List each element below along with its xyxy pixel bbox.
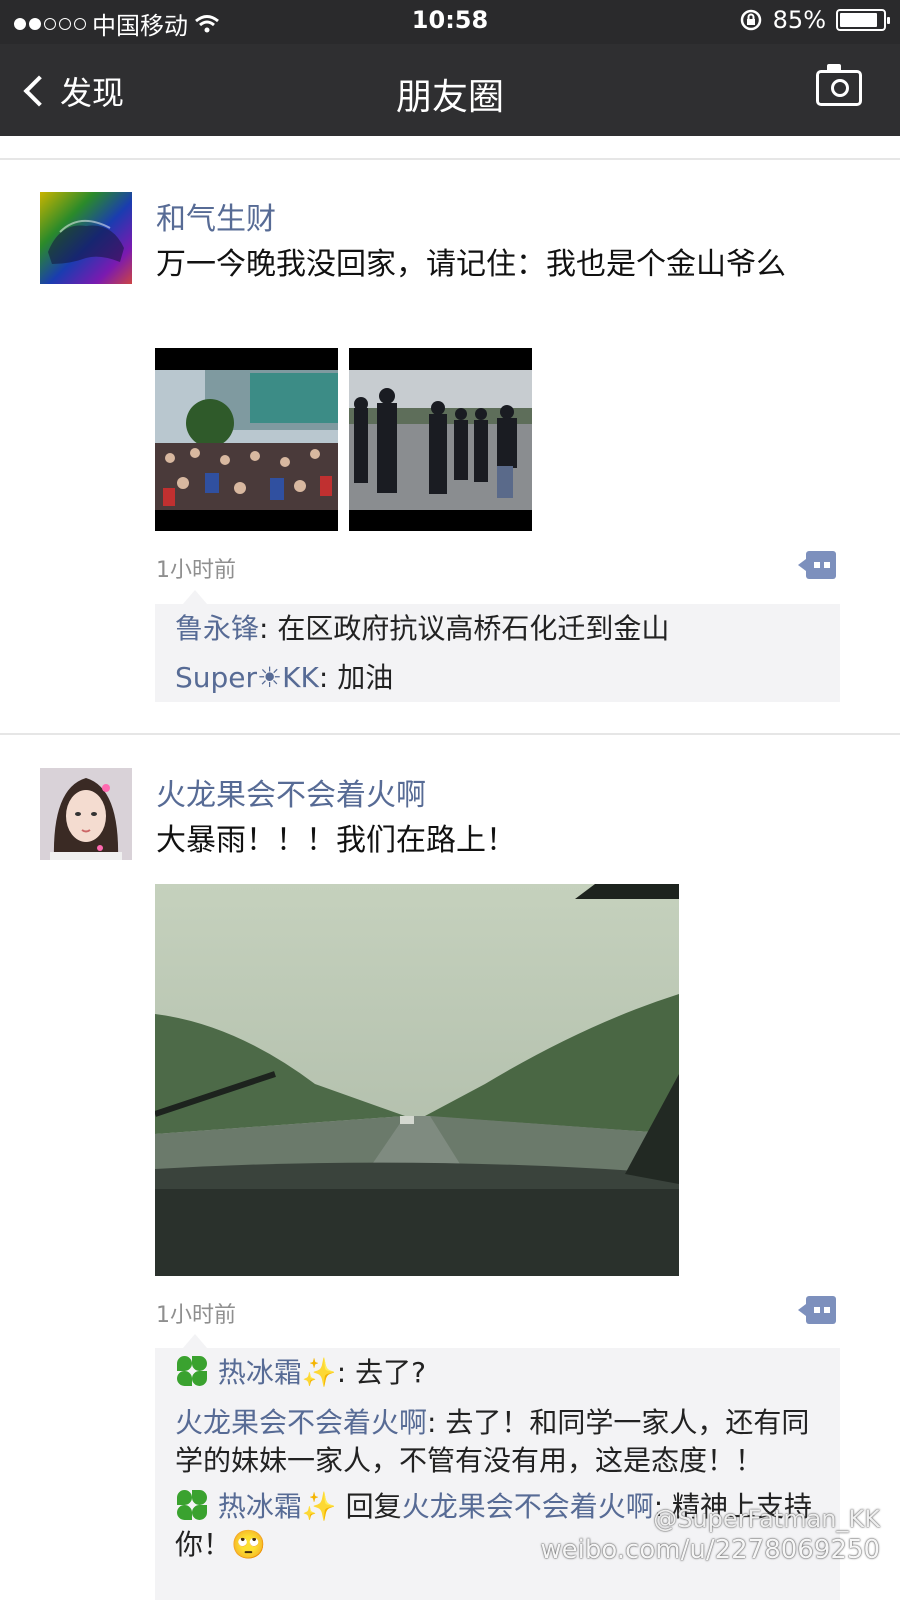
post-author[interactable]: 火龙果会不会着火啊 (156, 770, 426, 814)
comment[interactable]: 鲁永锋: 在区政府抗议高桥石化迁到金山 (175, 610, 825, 648)
camera-icon[interactable] (816, 64, 862, 106)
divider (0, 158, 900, 160)
status-right: 85% (739, 6, 890, 34)
comment[interactable]: 热冰霜✨: 去了? (175, 1354, 825, 1392)
post-author[interactable]: 和气生财 (156, 194, 276, 238)
page-title: 朋友圈 (395, 77, 504, 118)
battery-percent: 85% (772, 6, 826, 34)
post-photo[interactable] (155, 884, 679, 1276)
reply-to-user[interactable]: 火龙果会不会着火啊 (402, 1490, 654, 1523)
post-text: 大暴雨！！！我们在路上！ (156, 823, 516, 858)
avatar[interactable] (40, 768, 132, 860)
post-photo[interactable] (155, 348, 338, 531)
comment[interactable]: Super☀KK: 加油 (175, 659, 825, 697)
comment-user[interactable]: Super☀KK (175, 661, 319, 694)
reply-word: 回复 (336, 1490, 402, 1523)
clover-icon (175, 1488, 209, 1522)
rotation-lock-icon (740, 9, 761, 31)
avatar[interactable] (40, 192, 132, 284)
comment[interactable]: 火龙果会不会着火啊: 去了！和同学一家人，还有同学的妹妹一家人，不管有没有用，这… (175, 1404, 825, 1480)
battery-icon (836, 9, 890, 31)
comment-box: 鲁永锋: 在区政府抗议高桥石化迁到金山 Super☀KK: 加油 (155, 590, 840, 702)
post-timestamp: 1小时前 (156, 558, 236, 583)
watermark-url: weibo.com/u/2278069250 (540, 1535, 880, 1565)
nav-bar: 发现 朋友圈 (0, 44, 900, 136)
post-photo[interactable] (349, 348, 532, 531)
comment-button[interactable] (798, 1296, 836, 1324)
comment-button[interactable] (798, 551, 836, 579)
status-bar: 中国移动 10:58 85% (0, 0, 900, 44)
comment-user[interactable]: 热冰霜✨ (218, 1356, 337, 1389)
comment-text: : 加油 (318, 661, 394, 694)
comment-text: : 在区政府抗议高桥石化迁到金山 (259, 612, 670, 645)
clover-icon (175, 1354, 209, 1388)
post-text: 万一今晚我没回家，请记住：我也是个金山爷么 (156, 247, 786, 282)
watermark-handle: @SuperFatman_KK (653, 1505, 880, 1533)
post-timestamp: 1小时前 (156, 1303, 236, 1328)
comment-text: : 去了? (336, 1356, 426, 1389)
comment-user[interactable]: 热冰霜✨ (218, 1490, 337, 1523)
comment-user[interactable]: 鲁永锋 (175, 612, 259, 645)
comment-user[interactable]: 火龙果会不会着火啊 (175, 1406, 427, 1439)
divider (0, 733, 900, 735)
